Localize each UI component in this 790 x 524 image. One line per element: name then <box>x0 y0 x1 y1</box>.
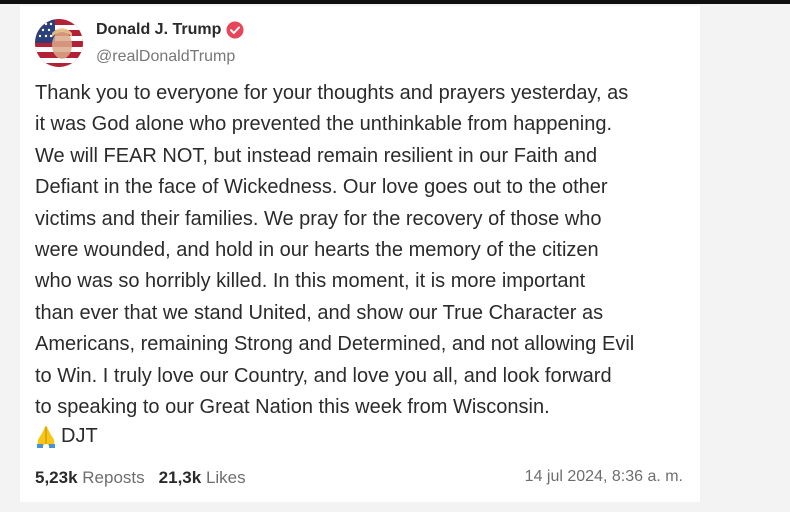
likes-stat[interactable]: 21,3k Likes <box>159 468 246 488</box>
post-timestamp[interactable]: 14 jul 2024, 8:36 a. m. <box>525 468 683 486</box>
post-signature-row: DJT <box>35 424 98 448</box>
post-stats: 5,23k Reposts 21,3k Likes <box>35 468 260 488</box>
cropped-caption-strip <box>0 512 790 524</box>
flag-portrait-avatar-icon <box>35 19 83 67</box>
author-name-row: Donald J. Trump <box>96 21 244 39</box>
post-signature: DJT <box>61 424 98 447</box>
top-dark-bar <box>0 0 790 4</box>
author-display-name[interactable]: Donald J. Trump <box>96 21 221 39</box>
praying-hands-icon <box>35 424 57 448</box>
reposts-label: Reposts <box>82 468 145 487</box>
post-body-text: Thank you to everyone for your thoughts … <box>35 82 635 419</box>
verified-badge-icon <box>226 21 244 39</box>
likes-count: 21,3k <box>158 468 202 487</box>
author-handle[interactable]: @realDonaldTrump <box>96 48 235 66</box>
likes-label: Likes <box>205 468 246 487</box>
reposts-stat[interactable]: 5,23k Reposts <box>35 468 145 488</box>
author-avatar[interactable] <box>35 19 83 67</box>
post-card: Donald J. Trump @realDonaldTrump Thank y… <box>20 6 700 502</box>
reposts-count: 5,23k <box>35 468 78 487</box>
